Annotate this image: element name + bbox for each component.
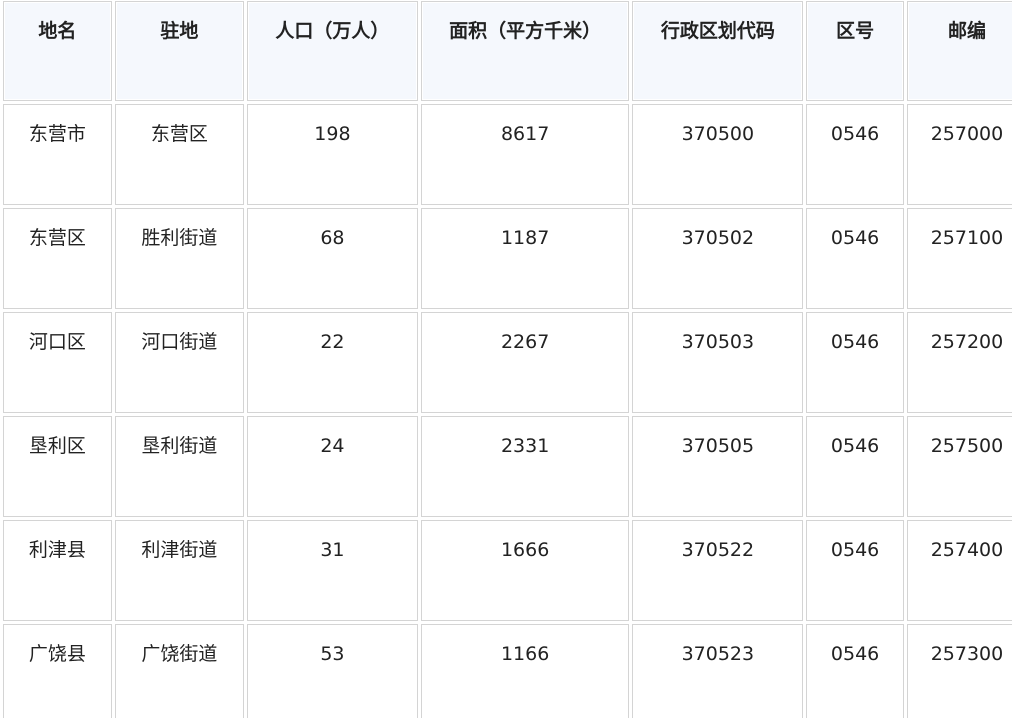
table-row: 东营市 东营区 198 8617 370500 0546 257000 [3, 104, 1012, 205]
cell-postal-code: 257200 [906, 312, 1012, 413]
cell-place-name: 河口区 [3, 312, 112, 413]
header-area-code: 区号 [806, 1, 904, 101]
cell-division-code: 370522 [632, 520, 804, 621]
cell-population: 68 [247, 208, 418, 309]
table-body: 东营市 东营区 198 8617 370500 0546 257000 东营区 … [3, 104, 1012, 718]
cell-area-code: 0546 [806, 208, 904, 309]
cell-seat: 河口街道 [114, 312, 244, 413]
cell-postal-code: 257100 [906, 208, 1012, 309]
cell-area: 8617 [420, 104, 630, 205]
table-header: 地名 驻地 人口（万人） 面积（平方千米） 行政区划代码 区号 邮编 [3, 1, 1012, 101]
page: 地名 驻地 人口（万人） 面积（平方千米） 行政区划代码 区号 邮编 东营市 东… [0, 0, 1012, 718]
table-row: 利津县 利津街道 31 1666 370522 0546 257400 [3, 520, 1012, 621]
cell-postal-code: 257000 [906, 104, 1012, 205]
cell-population: 53 [247, 624, 418, 718]
table-row: 东营区 胜利街道 68 1187 370502 0546 257100 [3, 208, 1012, 309]
cell-division-code: 370523 [632, 624, 804, 718]
table-row: 垦利区 垦利街道 24 2331 370505 0546 257500 [3, 416, 1012, 517]
cell-area: 1187 [420, 208, 630, 309]
cell-area: 2331 [420, 416, 630, 517]
cell-place-name: 利津县 [3, 520, 112, 621]
cell-population: 24 [247, 416, 418, 517]
header-seat: 驻地 [114, 1, 244, 101]
cell-population: 198 [247, 104, 418, 205]
header-area: 面积（平方千米） [420, 1, 630, 101]
cell-place-name: 广饶县 [3, 624, 112, 718]
cell-place-name: 东营区 [3, 208, 112, 309]
cell-area-code: 0546 [806, 416, 904, 517]
cell-area-code: 0546 [806, 312, 904, 413]
cell-division-code: 370500 [632, 104, 804, 205]
table-row: 河口区 河口街道 22 2267 370503 0546 257200 [3, 312, 1012, 413]
cell-division-code: 370505 [632, 416, 804, 517]
header-division-code: 行政区划代码 [632, 1, 804, 101]
cell-postal-code: 257500 [906, 416, 1012, 517]
header-population: 人口（万人） [247, 1, 418, 101]
header-row: 地名 驻地 人口（万人） 面积（平方千米） 行政区划代码 区号 邮编 [3, 1, 1012, 101]
cell-seat: 垦利街道 [114, 416, 244, 517]
cell-seat: 东营区 [114, 104, 244, 205]
cell-seat: 广饶街道 [114, 624, 244, 718]
cell-area: 2267 [420, 312, 630, 413]
cell-area-code: 0546 [806, 104, 904, 205]
cell-area: 1166 [420, 624, 630, 718]
cell-seat: 利津街道 [114, 520, 244, 621]
cell-area: 1666 [420, 520, 630, 621]
cell-division-code: 370503 [632, 312, 804, 413]
cell-population: 22 [247, 312, 418, 413]
cell-population: 31 [247, 520, 418, 621]
district-table: 地名 驻地 人口（万人） 面积（平方千米） 行政区划代码 区号 邮编 东营市 东… [0, 0, 1012, 718]
cell-postal-code: 257300 [906, 624, 1012, 718]
cell-place-name: 垦利区 [3, 416, 112, 517]
cell-postal-code: 257400 [906, 520, 1012, 621]
cell-area-code: 0546 [806, 520, 904, 621]
cell-division-code: 370502 [632, 208, 804, 309]
cell-area-code: 0546 [806, 624, 904, 718]
header-postal-code: 邮编 [906, 1, 1012, 101]
cell-seat: 胜利街道 [114, 208, 244, 309]
table-row: 广饶县 广饶街道 53 1166 370523 0546 257300 [3, 624, 1012, 718]
cell-place-name: 东营市 [3, 104, 112, 205]
header-place-name: 地名 [3, 1, 112, 101]
